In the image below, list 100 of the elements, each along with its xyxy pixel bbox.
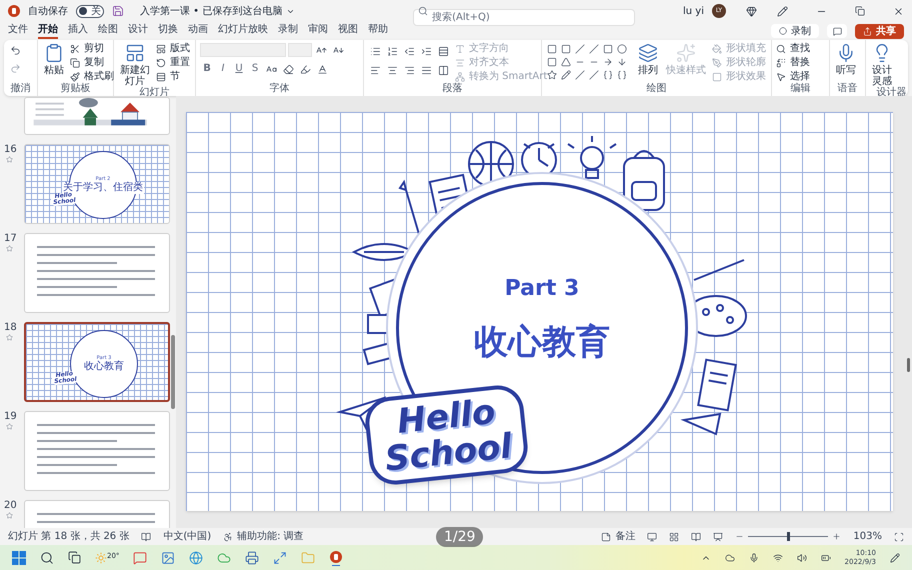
ribbon-small-button[interactable]: 替换: [776, 57, 810, 69]
ribbon-small-button[interactable]: 节: [156, 71, 190, 83]
fit-to-window-icon[interactable]: [894, 532, 904, 542]
ribbon-small-button[interactable]: 查找: [776, 43, 810, 55]
paintbrush-icon[interactable]: [70, 72, 80, 82]
format-toggle[interactable]: I: [216, 62, 230, 76]
slide-number: 20: [4, 500, 17, 512]
cloud-icon[interactable]: [724, 552, 735, 562]
animation-star-icon: [6, 156, 13, 163]
ribbon-tab[interactable]: 切换: [158, 23, 178, 39]
ribbon-tab[interactable]: 设计: [128, 23, 148, 39]
chat-app-icon[interactable]: [133, 550, 148, 564]
copy-icon[interactable]: [70, 58, 80, 68]
app-logo-icon: [8, 5, 20, 17]
share-icon: [863, 26, 872, 36]
accessibility-icon: [223, 532, 234, 542]
slide-canvas[interactable]: Part 3 收心教育 Hello School: [186, 112, 893, 511]
ribbon-tab[interactable]: 帮助: [368, 23, 388, 39]
page-counter: 1/29: [436, 527, 484, 547]
share-button[interactable]: 共享: [855, 24, 904, 38]
slide-thumbnail[interactable]: [24, 233, 170, 313]
thumbnail-title: 收心教育: [83, 361, 125, 373]
volume-icon[interactable]: [796, 552, 807, 562]
browser-icon[interactable]: [189, 550, 204, 564]
ribbon-group-label: 段落: [442, 83, 464, 96]
section-icon[interactable]: [156, 72, 166, 82]
search-field[interactable]: 搜索(Alt+Q): [413, 8, 636, 26]
wifi-icon[interactable]: [772, 552, 783, 562]
ribbon-large-button[interactable]: 粘贴: [42, 43, 66, 76]
ribbon-group-label: 幻灯片: [138, 87, 170, 96]
normal-view-icon[interactable]: [647, 532, 658, 542]
ribbon-tab[interactable]: 审阅: [308, 23, 328, 39]
ribbon-tab[interactable]: 视图: [338, 23, 358, 39]
ribbon-large-button[interactable]: 排列: [636, 43, 660, 76]
comments-button[interactable]: [827, 24, 847, 38]
gem-icon[interactable]: [746, 6, 757, 16]
ribbon-small-button[interactable]: 格式刷: [70, 71, 114, 83]
new-slide-icon[interactable]: [125, 43, 145, 63]
clipboard-icon[interactable]: [44, 43, 64, 63]
restore-icon[interactable]: [855, 6, 865, 16]
record-button[interactable]: 录制: [771, 24, 819, 38]
zoom-level[interactable]: 103%: [853, 530, 882, 542]
reset-icon[interactable]: [156, 58, 166, 68]
toggle-knob: [79, 7, 87, 15]
ribbon-tab[interactable]: 文件: [8, 23, 28, 39]
ribbon-small-button[interactable]: 复制: [70, 57, 114, 69]
ribbon-large-button[interactable]: 新建幻灯片: [118, 43, 152, 87]
notes-button[interactable]: 备注: [601, 530, 636, 542]
arrange-icon[interactable]: [638, 43, 658, 63]
pointer-icon[interactable]: [776, 72, 786, 82]
font-size-field[interactable]: [288, 43, 312, 57]
format-toggle[interactable]: U: [232, 62, 246, 76]
pen-icon[interactable]: [777, 6, 788, 16]
ribbon-tab[interactable]: 绘图: [98, 23, 118, 39]
zoom-in-icon[interactable]: [832, 532, 842, 541]
close-icon[interactable]: [893, 6, 904, 16]
ribbon-tab[interactable]: 动画: [188, 23, 208, 39]
accessibility-button[interactable]: 辅助功能: 调查: [223, 530, 304, 542]
task-view-icon[interactable]: [68, 551, 81, 564]
slide-number: 18: [4, 322, 17, 334]
format-toggle[interactable]: B: [200, 62, 214, 76]
ribbon-tab[interactable]: 幻灯片放映: [218, 23, 268, 39]
ribbon-group-label: 字体: [268, 83, 290, 96]
microphone-icon[interactable]: [748, 552, 759, 562]
slideshow-icon[interactable]: [713, 532, 724, 542]
ribbon-group-label: 绘图: [646, 83, 668, 96]
ribbon-small-button[interactable]: 重置: [156, 57, 190, 69]
autosave-toggle[interactable]: 关: [76, 4, 104, 18]
photos-app-icon[interactable]: [161, 550, 176, 564]
scissors-icon[interactable]: [70, 44, 80, 54]
language[interactable]: 中文(中国): [163, 530, 212, 542]
slide-number: 17: [4, 233, 17, 245]
layout-icon[interactable]: [156, 44, 166, 54]
ribbon-small-button[interactable]: 选择: [776, 71, 810, 83]
ribbon-group-label: 剪贴板: [60, 83, 92, 96]
ribbon-large-button[interactable]: 听写: [834, 43, 858, 76]
slide-thumbnail[interactable]: [24, 411, 170, 491]
save-icon[interactable]: [112, 5, 124, 17]
windows-start-icon[interactable]: [12, 550, 26, 564]
ribbon-tab[interactable]: 录制: [278, 23, 298, 39]
ribbon-group-label: 语音: [836, 83, 858, 96]
battery-icon[interactable]: [820, 552, 831, 562]
font-name-field[interactable]: [200, 43, 286, 57]
book-icon[interactable]: [141, 532, 152, 542]
format-toggle[interactable]: S: [248, 62, 262, 76]
search-icon[interactable]: [40, 550, 54, 564]
ribbon-tab[interactable]: 插入: [68, 23, 88, 39]
document-title[interactable]: 入学第一课 • 已保存到这台电脑: [140, 4, 296, 18]
ribbon-small-button[interactable]: 版式: [156, 43, 190, 55]
zoom-slider-thumb[interactable]: [787, 532, 790, 541]
slide-part-label: Part 3: [504, 275, 580, 303]
expand-arrows-app-icon[interactable]: [273, 550, 288, 564]
reading-view-icon[interactable]: [691, 532, 702, 542]
slide-thumbnail[interactable]: [24, 97, 170, 135]
zoom-slider[interactable]: [748, 532, 828, 541]
ribbon-large-button[interactable]: 设计灵感: [870, 43, 894, 87]
ribbon-small-button[interactable]: 剪切: [70, 43, 114, 55]
presentation-app-icon[interactable]: [329, 550, 344, 566]
slide-sorter-icon[interactable]: [669, 532, 680, 542]
search-icon[interactable]: [776, 44, 786, 54]
